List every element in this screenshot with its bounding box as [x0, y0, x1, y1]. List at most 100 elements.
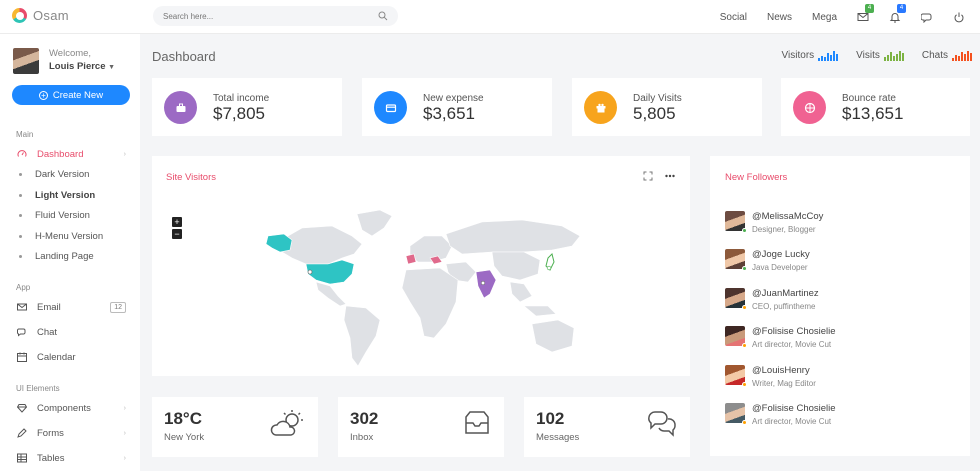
power-button[interactable]: [953, 11, 965, 23]
card-value: $3,651: [423, 104, 475, 123]
sidebar-item-dark-version[interactable]: Dark Version: [16, 166, 130, 182]
card-value: $13,651: [842, 104, 904, 123]
sidebar-item-label: Calendar: [37, 351, 76, 363]
bullet-icon: [19, 172, 22, 176]
nav-news[interactable]: News: [767, 12, 792, 23]
status-dot: [742, 420, 747, 425]
chat-icon: [16, 327, 27, 338]
follower-role: CEO, puffintheme: [752, 302, 816, 311]
weather-widget: 18°C New York: [152, 397, 318, 457]
sidebar-item-fluid-version[interactable]: Fluid Version: [16, 207, 130, 223]
sidebar-item-calendar[interactable]: Calendar: [16, 349, 130, 365]
stat-chats[interactable]: Chats: [922, 50, 972, 61]
inbox-count: 302: [350, 409, 379, 428]
inbox-icon: [465, 411, 489, 434]
credit-card-icon: [374, 91, 407, 124]
sidebar-item-dashboard[interactable]: Dashboard ›: [16, 146, 130, 162]
follower-role: Art director, Movie Cut: [752, 340, 832, 349]
sidebar-item-email[interactable]: Email 12: [16, 299, 130, 315]
mini-bar-chart-icon: [883, 50, 904, 61]
email-count-badge: 12: [110, 301, 126, 313]
stat-visitors[interactable]: Visitors: [782, 50, 839, 61]
search-icon[interactable]: [378, 11, 388, 21]
user-name[interactable]: Louis Pierce ▼: [49, 60, 115, 74]
bell-badge: 4: [897, 4, 906, 13]
chevron-right-icon: ›: [123, 404, 126, 412]
sidebar-item-components[interactable]: Components ›: [16, 400, 130, 416]
follower-role: Art director, Movie Cut: [752, 417, 832, 426]
follower-item[interactable]: @Folisise Chosielie Art director, Movie …: [725, 326, 965, 356]
avatar: [13, 48, 39, 74]
card-new-expense: New expense $3,651: [362, 78, 552, 136]
card-bounce-rate: Bounce rate $13,651: [781, 78, 970, 136]
mail-button[interactable]: 4: [857, 4, 874, 23]
inbox-label: Inbox: [350, 432, 374, 443]
city-label: New York: [164, 432, 205, 443]
chevron-right-icon: ›: [123, 429, 126, 437]
fullscreen-icon[interactable]: [643, 171, 653, 181]
status-dot: [742, 382, 747, 387]
create-new-label: Create New: [52, 89, 104, 101]
follower-name: @LouisHenry: [752, 365, 810, 376]
card-total-income: Total income $7,805: [152, 78, 342, 136]
logo[interactable]: Osam: [12, 8, 69, 23]
user-profile[interactable]: Welcome, Louis Pierce ▼: [13, 48, 115, 74]
messages-count: 102: [536, 409, 565, 428]
notifications-button[interactable]: 4: [889, 4, 906, 23]
sidebar-item-label: Forms: [37, 427, 64, 439]
sidebar-item-label: Email: [37, 301, 61, 313]
zoom-out-button[interactable]: −: [172, 229, 182, 239]
sidebar-item-light-version[interactable]: Light Version: [16, 187, 130, 203]
sidebar-item-label: Dark Version: [35, 168, 90, 180]
follower-item[interactable]: @MelissaMcCoy Designer, Blogger: [725, 211, 965, 241]
card-label: Bounce rate: [842, 93, 896, 104]
top-bar: Osam Social News Mega 4 4: [0, 0, 980, 34]
chat-button[interactable]: [920, 11, 933, 24]
sidebar-item-label: Tables: [37, 452, 65, 464]
header-stats: Visitors Visits Chats: [782, 50, 972, 61]
search-box: [153, 6, 398, 26]
sidebar-item-tables[interactable]: Tables ›: [16, 450, 130, 466]
nav-mega[interactable]: Mega: [812, 12, 837, 23]
card-daily-visits: Daily Visits 5,805: [572, 78, 762, 136]
zoom-in-button[interactable]: +: [172, 217, 182, 227]
follower-item[interactable]: @Joge Lucky Java Developer: [725, 249, 965, 279]
site-visitors-panel: Site Visitors + −: [152, 156, 690, 376]
create-new-button[interactable]: + Create New: [12, 85, 130, 105]
sidebar-item-h-menu-version[interactable]: H-Menu Version: [16, 228, 130, 244]
messages-label: Messages: [536, 432, 580, 443]
stat-label: Visits: [856, 50, 880, 61]
follower-role: Java Developer: [752, 263, 808, 272]
stat-label: Visitors: [781, 50, 815, 61]
app-name: Osam: [33, 8, 69, 23]
card-label: Daily Visits: [633, 93, 682, 104]
top-nav: Social News Mega 4 4: [720, 0, 980, 34]
welcome-text: Welcome,: [49, 48, 92, 59]
calendar-icon: [16, 352, 27, 363]
sidebar-item-landing-page[interactable]: Landing Page: [16, 248, 130, 264]
follower-item[interactable]: @JuanMartinez CEO, puffintheme: [725, 288, 965, 318]
follower-item[interactable]: @Folisise Chosielie Art director, Movie …: [725, 403, 965, 433]
follower-item[interactable]: @LouisHenry Writer, Mag Editor: [725, 365, 965, 395]
temperature-value: 18°C: [164, 409, 202, 428]
stat-label: Chats: [921, 50, 948, 61]
world-map[interactable]: [262, 206, 582, 371]
search-input[interactable]: [163, 11, 378, 21]
globe-icon: [793, 91, 826, 124]
more-options-icon[interactable]: [665, 173, 675, 179]
table-icon: [16, 453, 27, 464]
sidebar-item-label: Landing Page: [35, 250, 94, 262]
bullet-icon: [19, 213, 22, 217]
sidebar-item-forms[interactable]: Forms ›: [16, 425, 130, 441]
sidebar-item-label: Chat: [37, 326, 58, 338]
mail-icon: [16, 302, 27, 313]
speedometer-icon: [16, 149, 27, 160]
card-value: 5,805: [633, 104, 676, 123]
chevron-right-icon: ›: [123, 150, 126, 158]
nav-social[interactable]: Social: [720, 12, 747, 23]
status-dot: [742, 305, 747, 310]
stat-visits[interactable]: Visits: [856, 50, 904, 61]
mail-badge: 4: [865, 4, 874, 13]
bullet-icon: [19, 234, 22, 238]
sidebar-item-chat[interactable]: Chat: [16, 324, 130, 340]
